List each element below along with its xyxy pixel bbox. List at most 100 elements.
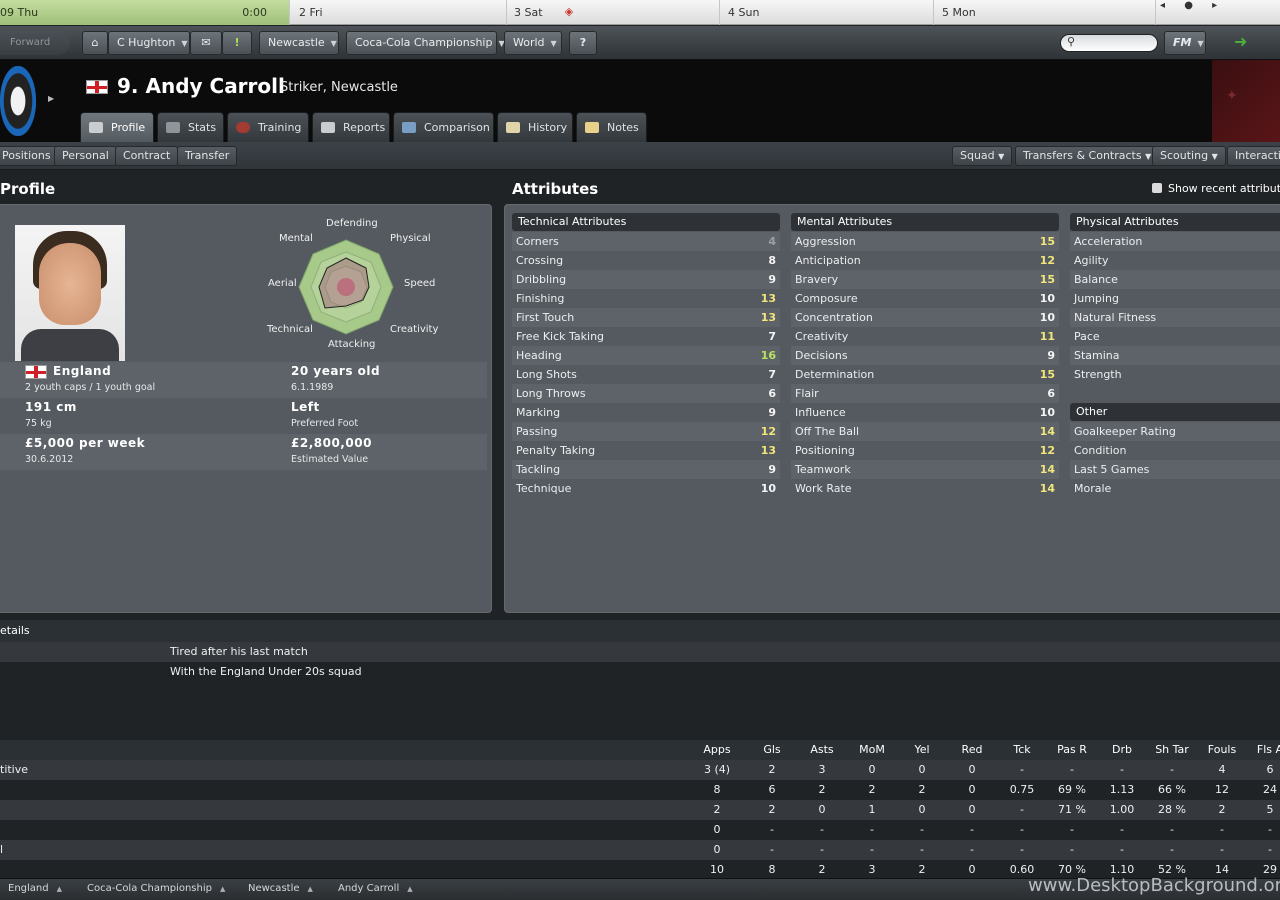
- attribute-row[interactable]: Passing 12: [512, 422, 780, 441]
- attribute-row[interactable]: Balance: [1070, 270, 1280, 289]
- attribute-row[interactable]: Composure 10: [791, 289, 1059, 308]
- calendar-day[interactable]: 3 Sat ◈: [508, 0, 720, 25]
- subtab-contract[interactable]: Contract: [115, 146, 179, 166]
- tab-profile[interactable]: Profile: [80, 112, 154, 142]
- help-button[interactable]: ?: [569, 31, 597, 55]
- stats-column-header[interactable]: Asts: [797, 740, 847, 760]
- stats-column-header[interactable]: Red: [947, 740, 997, 760]
- attribute-row[interactable]: Long Shots 7: [512, 365, 780, 384]
- stats-column-header[interactable]: Tck: [997, 740, 1047, 760]
- forward-button[interactable]: Forward: [0, 31, 70, 55]
- attribute-row[interactable]: Free Kick Taking 7: [512, 327, 780, 346]
- attribute-row[interactable]: Teamwork 14: [791, 460, 1059, 479]
- breadcrumb-item[interactable]: Newcastle ▲: [248, 883, 313, 894]
- stats-column-header[interactable]: Gls: [747, 740, 797, 760]
- contract-expiry: 30.6.2012: [25, 454, 74, 465]
- stats-row[interactable]: 2 2 0 1 0 0 - 71 % 1.00 28 % 2 5: [0, 800, 1280, 820]
- club-dropdown[interactable]: Newcastle ▼: [259, 31, 339, 55]
- calendar-day-current[interactable]: 09 Thu 0:00: [0, 0, 290, 25]
- attribute-row[interactable]: First Touch 13: [512, 308, 780, 327]
- attribute-row[interactable]: Work Rate 14: [791, 479, 1059, 498]
- attribute-row[interactable]: Concentration 10: [791, 308, 1059, 327]
- world-dropdown[interactable]: World ▼: [504, 31, 562, 55]
- show-recent-attributes-checkbox[interactable]: Show recent attributes: [1152, 182, 1280, 195]
- breadcrumb-item[interactable]: England ▲: [8, 883, 62, 894]
- stats-row[interactable]: 0 - - - - - - - - - - -: [0, 820, 1280, 840]
- attribute-row[interactable]: Morale: [1070, 479, 1280, 498]
- chevron-right-icon[interactable]: ▶: [48, 94, 54, 103]
- tab-training[interactable]: Training: [227, 112, 309, 142]
- attribute-row[interactable]: Stamina: [1070, 346, 1280, 365]
- stats-row[interactable]: 8 6 2 2 2 0 0.75 69 % 1.13 66 % 12 24: [0, 780, 1280, 800]
- stats-column-header[interactable]: MoM: [847, 740, 897, 760]
- tab-history[interactable]: History: [497, 112, 573, 142]
- search-input[interactable]: ⚲: [1060, 34, 1158, 52]
- stats-column-header[interactable]: Yel: [897, 740, 947, 760]
- continue-arrow-icon[interactable]: ➜: [1234, 32, 1247, 51]
- tab-reports[interactable]: Reports: [312, 112, 390, 142]
- attribute-row[interactable]: Positioning 12: [791, 441, 1059, 460]
- attribute-row[interactable]: Pace: [1070, 327, 1280, 346]
- stats-column-header[interactable]: Drb: [1097, 740, 1147, 760]
- attribute-row[interactable]: Tackling 9: [512, 460, 780, 479]
- calendar-day[interactable]: 4 Sun: [722, 0, 934, 25]
- tab-stats[interactable]: Stats: [157, 112, 224, 142]
- home-button[interactable]: ⌂: [82, 31, 108, 55]
- stats-column-header[interactable]: Sh Tar: [1147, 740, 1197, 760]
- breadcrumb-item[interactable]: Andy Carroll ▲: [338, 883, 413, 894]
- attribute-row[interactable]: Influence 10: [791, 403, 1059, 422]
- attribute-row[interactable]: Penalty Taking 13: [512, 441, 780, 460]
- attribute-row[interactable]: Acceleration: [1070, 232, 1280, 251]
- stats-column-header[interactable]: Fls A: [1245, 740, 1280, 760]
- attribute-row[interactable]: Crossing 8: [512, 251, 780, 270]
- news-button[interactable]: !: [222, 31, 252, 55]
- attribute-row[interactable]: Decisions 9: [791, 346, 1059, 365]
- attribute-row[interactable]: Dribbling 9: [512, 270, 780, 289]
- scouting-menu[interactable]: Scouting ▼: [1152, 146, 1226, 166]
- nationality[interactable]: England: [53, 364, 111, 378]
- attribute-row[interactable]: Condition: [1070, 441, 1280, 460]
- subtab-transfer[interactable]: Transfer: [177, 146, 238, 166]
- fm-menu-button[interactable]: FM ▼: [1164, 31, 1206, 55]
- club-crest-icon[interactable]: [0, 66, 36, 136]
- transfers-contracts-menu[interactable]: Transfers & Contracts ▼: [1015, 146, 1160, 166]
- attribute-row[interactable]: Technique 10: [512, 479, 780, 498]
- inbox-button[interactable]: ✉: [190, 31, 222, 55]
- attribute-row[interactable]: Goalkeeper Rating: [1070, 422, 1280, 441]
- attribute-row[interactable]: Bravery 15: [791, 270, 1059, 289]
- attribute-row[interactable]: Off The Ball 14: [791, 422, 1059, 441]
- tab-notes[interactable]: Notes: [576, 112, 647, 142]
- stats-column-header[interactable]: Fouls: [1197, 740, 1247, 760]
- stats-row[interactable]: l 0 - - - - - - - - - - -: [0, 840, 1280, 860]
- squad-menu[interactable]: Squad ▼: [952, 146, 1013, 166]
- attribute-row[interactable]: Finishing 13: [512, 289, 780, 308]
- breadcrumb-item[interactable]: Coca-Cola Championship ▲: [87, 883, 225, 894]
- calendar-day[interactable]: 2 Fri: [293, 0, 507, 25]
- attribute-row[interactable]: Last 5 Games7: [1070, 460, 1280, 479]
- calendar-nav[interactable]: ◂ ● ▸: [1160, 0, 1280, 11]
- stats-row[interactable]: titive 3 (4) 2 3 0 0 0 - - - - 4 6: [0, 760, 1280, 780]
- subtab-positions[interactable]: Positions: [0, 146, 59, 166]
- attribute-row[interactable]: Determination 15: [791, 365, 1059, 384]
- subtab-personal[interactable]: Personal: [54, 146, 117, 166]
- competition-dropdown[interactable]: Coca-Cola Championship ▼: [346, 31, 505, 55]
- chevron-down-icon: ▼: [330, 39, 337, 48]
- attribute-row[interactable]: Long Throws 6: [512, 384, 780, 403]
- stats-column-header[interactable]: Pas R: [1047, 740, 1097, 760]
- attribute-row[interactable]: Jumping: [1070, 289, 1280, 308]
- attribute-row[interactable]: Strength: [1070, 365, 1280, 384]
- attribute-row[interactable]: Corners 4: [512, 232, 780, 251]
- manager-dropdown[interactable]: C Hughton ▼: [108, 31, 190, 55]
- tab-comparison[interactable]: Comparison: [393, 112, 494, 142]
- attribute-row[interactable]: Natural Fitness: [1070, 308, 1280, 327]
- attribute-row[interactable]: Agility: [1070, 251, 1280, 270]
- stats-column-header[interactable]: Apps: [692, 740, 742, 760]
- attribute-row[interactable]: Flair 6: [791, 384, 1059, 403]
- interactions-menu[interactable]: Interactions: [1227, 146, 1280, 166]
- attribute-row[interactable]: Creativity 11: [791, 327, 1059, 346]
- attribute-row[interactable]: Anticipation 12: [791, 251, 1059, 270]
- attribute-row[interactable]: Heading 16: [512, 346, 780, 365]
- attribute-row[interactable]: Aggression 15: [791, 232, 1059, 251]
- attribute-row[interactable]: Marking 9: [512, 403, 780, 422]
- calendar-day[interactable]: 5 Mon: [936, 0, 1156, 25]
